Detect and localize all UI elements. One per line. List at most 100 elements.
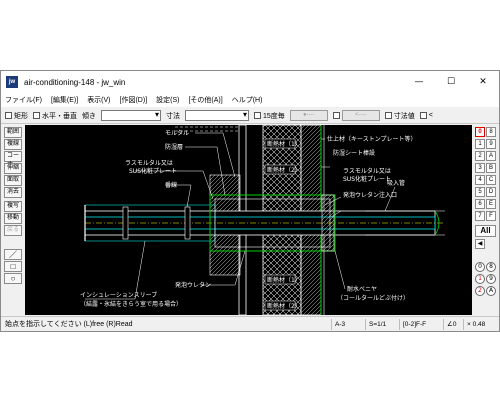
lt-label: < — [428, 112, 433, 119]
line-tool-icon[interactable]: ／ — [4, 249, 22, 260]
layer-all-button[interactable]: All — [475, 225, 496, 237]
group-button-0[interactable]: 0 — [475, 262, 485, 272]
layer-button-2[interactable]: 2 — [475, 151, 485, 161]
label-lath-sus2-a: ラスモルタル又は — [343, 167, 391, 175]
left-toolbar: 範囲 複線 コーナー 伸縮 面取 消去 複写 移動 戻る ／ □ ○ — [1, 125, 25, 315]
pick-point-button[interactable]: ●---- — [289, 110, 328, 121]
slope-option: 傾き — [82, 111, 96, 121]
layer-scroll-icon[interactable]: ◀ — [475, 239, 485, 249]
layer-panel: 0 8 1 9 2 A 3 B 4 C 5 D 6 E 7 F All ◀ 0 … — [473, 125, 499, 315]
layer-button-8[interactable]: 8 — [486, 127, 496, 137]
group-button-2[interactable]: 2 — [475, 286, 485, 296]
label-mortar: モルタル — [165, 129, 189, 137]
status-zoom[interactable]: × 0.48 — [463, 319, 497, 330]
label-urethane-inlet: 発泡ウレタン注入口 — [343, 191, 397, 199]
minimize-button[interactable]: — — [403, 71, 435, 93]
status-sheet[interactable]: A-3 — [331, 319, 365, 330]
layer-button-d[interactable]: D — [486, 187, 496, 197]
window-title: air-conditioning-148 - jw_win — [24, 77, 126, 87]
label-sleeve-b: （結露・氷結をきらう室で用る場合） — [80, 300, 182, 308]
rect-option[interactable]: 矩形 — [5, 111, 28, 121]
label-finish: 仕上材（キーストンプレート等） — [327, 135, 417, 143]
close-button[interactable]: ✕ — [467, 71, 499, 93]
layer-button-b[interactable]: B — [486, 163, 496, 173]
layer-button-e[interactable]: E — [486, 199, 496, 209]
rect-label: 矩形 — [14, 112, 28, 120]
layer-button-f[interactable]: F — [486, 211, 496, 221]
status-layer[interactable]: [0-2]F-F — [399, 319, 443, 330]
group-button-a[interactable]: A — [486, 286, 496, 296]
tool-range[interactable]: 範囲 — [4, 127, 22, 138]
menu-draw[interactable]: [作図(D)] — [120, 95, 148, 105]
layer-button-0[interactable]: 0 — [475, 127, 485, 137]
deg15-label: 15度毎 — [263, 112, 285, 120]
dimval-option[interactable]: 寸法値 — [384, 111, 415, 121]
lt-checkbox[interactable] — [419, 112, 427, 119]
dimval-checkbox[interactable] — [384, 112, 392, 119]
label-plywood-b: （コールタールどぶ付け） — [337, 294, 409, 302]
lt-option[interactable]: < — [419, 112, 433, 119]
hv-option[interactable]: 水平・垂直 — [33, 111, 77, 121]
jw-app-icon[interactable]: jw — [6, 76, 18, 88]
group-button-8[interactable]: 8 — [486, 262, 496, 272]
tool-stretch[interactable]: 伸縮 — [4, 163, 22, 174]
label-lath-sus1-a: ラスモルタル又は — [125, 159, 173, 167]
drawing-canvas[interactable]: 断熱材（1） 断熱材（2） 断熱材（1） 断熱材（2） モルタル 防湿層 ラスモ… — [25, 125, 472, 315]
dim-combo[interactable] — [185, 110, 249, 121]
menu-edit[interactable]: [編集(E)] — [51, 95, 78, 105]
label-waterproof: 防湿層 — [165, 143, 183, 151]
dim-option: 寸法 — [166, 111, 180, 121]
group-button-1[interactable]: 1 — [475, 274, 485, 284]
status-angle[interactable]: ∠0 — [443, 319, 463, 330]
status-scale[interactable]: S=1/1 — [365, 319, 399, 330]
hv-checkbox[interactable] — [33, 112, 40, 119]
group-button-9[interactable]: 9 — [486, 274, 496, 284]
label-fixing: 番線 — [165, 181, 177, 189]
status-message: 始点を指示してください (L)free (R)Read — [5, 321, 133, 328]
hv-label: 水平・垂直 — [42, 112, 77, 120]
tool-undo[interactable]: 戻る — [4, 225, 22, 236]
label-sleeve-a: インシュレーションスリーブ — [80, 291, 157, 299]
title-bar[interactable]: jw air-conditioning-148 - jw_win — ☐ ✕ — [1, 71, 499, 93]
layer-button-c[interactable]: C — [486, 175, 496, 185]
label-foam-urethane: 発泡ウレタン — [175, 281, 211, 289]
label-insul-bottom-1: 断熱材（1） — [267, 276, 301, 284]
tool-options-bar: 矩形 水平・垂直 傾き 寸法 15度毎 ●---- <---- 寸法値 < — [1, 108, 499, 124]
label-plywood-a: 耐水ベニヤ — [347, 285, 377, 293]
layer-button-4[interactable]: 4 — [475, 175, 485, 185]
pipe-band — [184, 206, 191, 240]
app-window: jw air-conditioning-148 - jw_win — ☐ ✕ フ… — [0, 70, 500, 332]
pick-arrow-button[interactable]: <---- — [341, 110, 380, 121]
tool-erase[interactable]: 消去 — [4, 187, 22, 198]
maximize-button[interactable]: ☐ — [435, 71, 467, 93]
deg15-option[interactable]: 15度毎 — [254, 111, 285, 121]
tool-move[interactable]: 移動 — [4, 213, 22, 224]
circle-tool-icon[interactable]: ○ — [4, 273, 22, 284]
pick-b-checkbox[interactable] — [332, 112, 340, 119]
layer-button-9[interactable]: 9 — [486, 139, 496, 149]
menu-settings[interactable]: 設定(S) — [156, 95, 179, 105]
tool-chamfer[interactable]: 面取 — [4, 175, 22, 186]
rect-tool-icon[interactable]: □ — [4, 261, 22, 272]
menu-other[interactable]: [その他(A)] — [188, 95, 222, 105]
dim-label: 寸法 — [166, 112, 180, 120]
rect-checkbox[interactable] — [5, 112, 12, 119]
layer-button-3[interactable]: 3 — [475, 163, 485, 173]
menu-file[interactable]: ファイル(F) — [5, 95, 42, 105]
pipe-band — [122, 206, 129, 240]
deg15-checkbox[interactable] — [254, 112, 261, 119]
menu-help[interactable]: ヘルプ(H) — [232, 95, 263, 105]
layer-button-6[interactable]: 6 — [475, 199, 485, 209]
tool-offset[interactable]: 複線 — [4, 139, 22, 150]
label-insul-top-2: 断熱材（2） — [267, 166, 301, 174]
tool-corner[interactable]: コーナー — [4, 151, 22, 168]
layer-button-1[interactable]: 1 — [475, 139, 485, 149]
layer-button-7[interactable]: 7 — [475, 211, 485, 221]
tool-copy[interactable]: 複写 — [4, 201, 22, 212]
slope-combo[interactable] — [101, 110, 161, 121]
layer-button-5[interactable]: 5 — [475, 187, 485, 197]
dimval-label: 寸法値 — [393, 112, 415, 120]
layer-button-a[interactable]: A — [486, 151, 496, 161]
menu-view[interactable]: 表示(V) — [87, 95, 110, 105]
label-insul-bottom-2: 断熱材（2） — [267, 302, 301, 310]
